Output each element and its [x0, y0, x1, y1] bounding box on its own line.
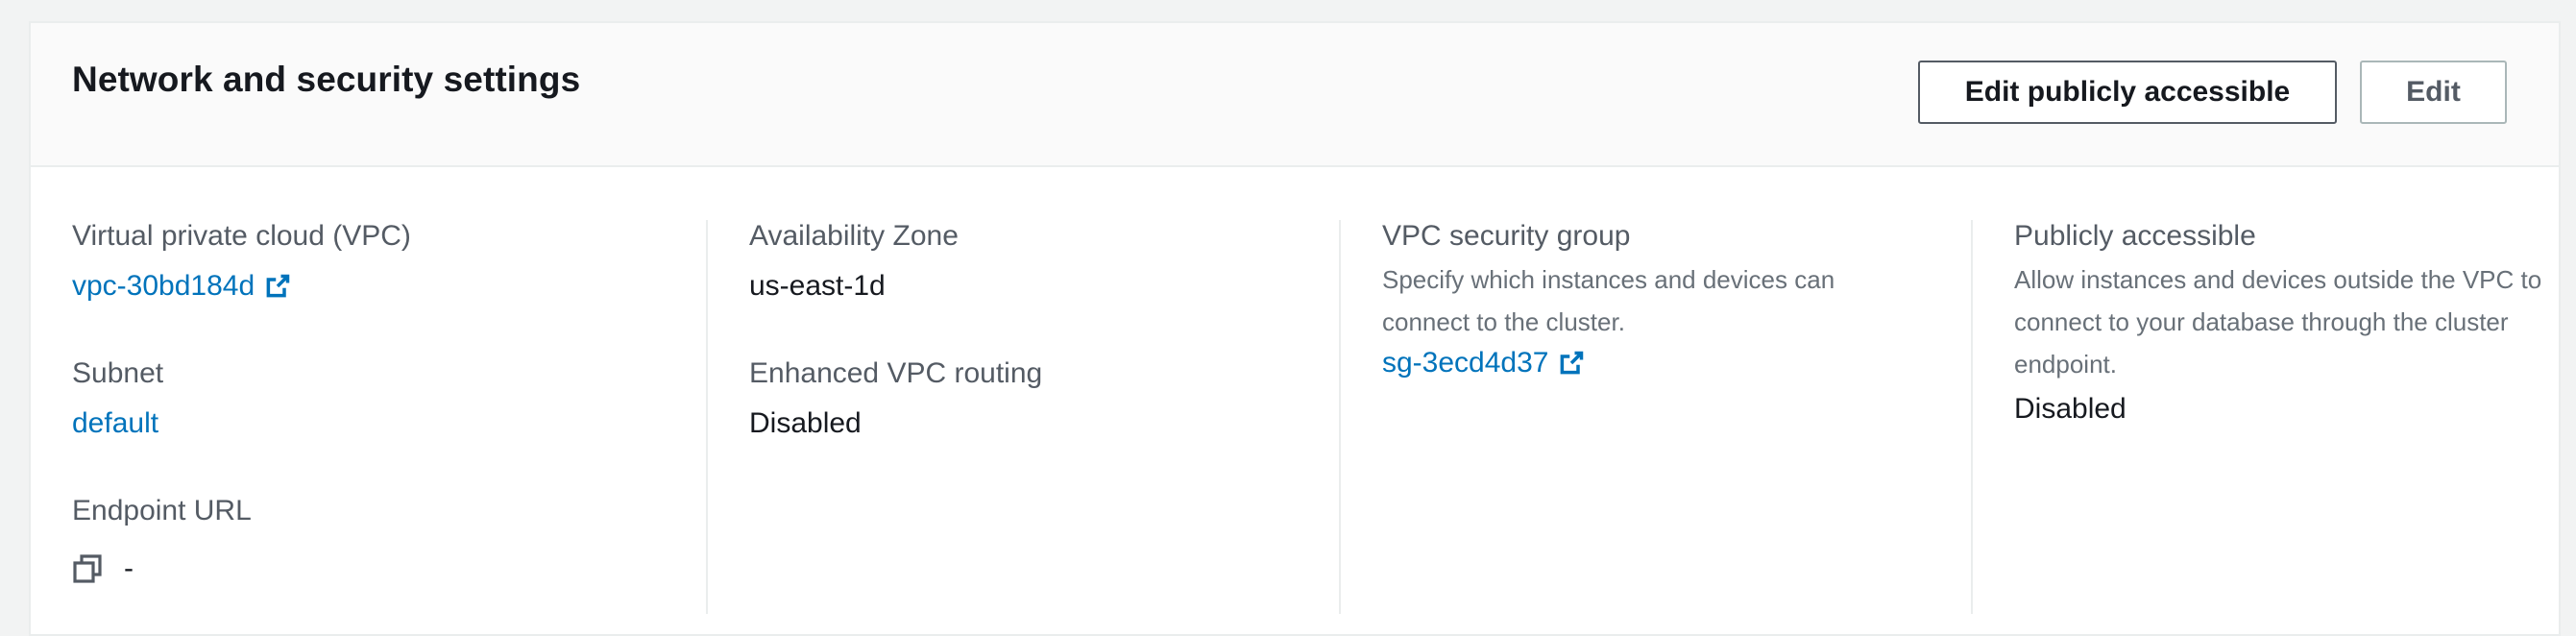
external-link-icon [1561, 351, 1584, 375]
sg-label: VPC security group [1382, 220, 1631, 252]
subnet-field: Subnet default [72, 357, 163, 440]
edit-publicly-accessible-button[interactable]: Edit publicly accessible [1918, 61, 2337, 124]
endpoint-field: Endpoint URL - [72, 495, 252, 585]
column-vpc: Virtual private cloud (VPC) vpc-30bd184d… [72, 220, 648, 614]
external-link-icon [266, 274, 290, 298]
routing-label: Enhanced VPC routing [749, 357, 1043, 389]
az-field: Availability Zone us-east-1d [749, 220, 959, 303]
sg-link-text: sg-3ecd4d37 [1382, 347, 1549, 379]
column-availability: Availability Zone us-east-1d Enhanced VP… [706, 220, 1284, 614]
endpoint-value: - [124, 552, 134, 584]
pa-description: Allow instances and devices outside the … [2014, 265, 2542, 379]
edit-button[interactable]: Edit [2360, 61, 2507, 124]
column-publicly-accessible: Publicly accessible Allow instances and … [1971, 220, 2549, 614]
panel-header: Network and security settings Edit publi… [31, 23, 2559, 167]
sg-link[interactable]: sg-3ecd4d37 [1382, 347, 1585, 379]
column-security-group: VPC security group Specify which instanc… [1339, 220, 1917, 614]
routing-field: Enhanced VPC routing Disabled [749, 357, 1042, 440]
section-title: Network and security settings [72, 60, 581, 99]
endpoint-label: Endpoint URL [72, 495, 252, 526]
sg-description: Specify which instances and devices can … [1382, 265, 1835, 336]
vpc-link[interactable]: vpc-30bd184d [72, 270, 291, 303]
az-value: us-east-1d [749, 270, 886, 302]
vpc-label: Virtual private cloud (VPC) [72, 220, 411, 252]
az-label: Availability Zone [749, 220, 959, 252]
copy-icon[interactable] [72, 553, 103, 584]
subnet-link[interactable]: default [72, 407, 158, 440]
network-security-panel: Network and security settings Edit publi… [29, 21, 2561, 636]
vpc-link-text: vpc-30bd184d [72, 270, 255, 302]
routing-value: Disabled [749, 407, 862, 439]
sg-field: VPC security group Specify which instanc… [1382, 220, 1920, 379]
subnet-label: Subnet [72, 357, 164, 389]
pa-field: Publicly accessible Allow instances and … [2014, 220, 2552, 426]
settings-columns: Virtual private cloud (VPC) vpc-30bd184d… [31, 167, 2559, 619]
pa-value: Disabled [2014, 393, 2126, 425]
pa-label: Publicly accessible [2014, 220, 2256, 252]
vpc-field: Virtual private cloud (VPC) vpc-30bd184d [72, 220, 411, 303]
